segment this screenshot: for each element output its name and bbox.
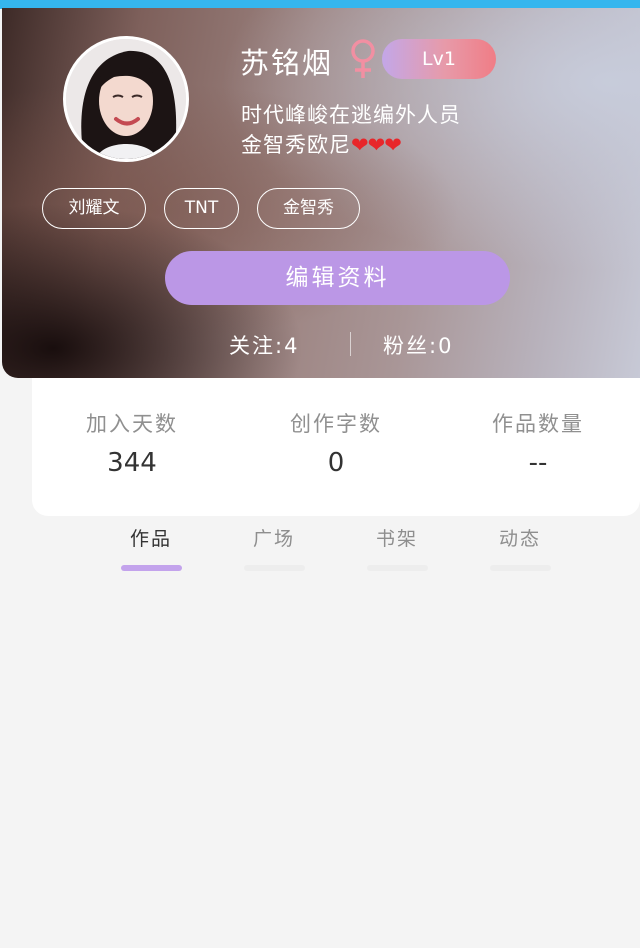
stats-card: 加入天数 344 创作字数 0 作品数量 -- — [32, 378, 640, 516]
tag-chip[interactable]: TNT — [164, 188, 239, 229]
stat-word-count: 创作字数 0 — [246, 408, 426, 478]
heart-icons: ❤❤❤ — [351, 133, 402, 157]
tag-chip[interactable]: 刘耀文 — [42, 188, 146, 229]
tab-indicator — [490, 565, 551, 571]
follow-stats: 关注:4 粉丝:0 — [2, 326, 640, 362]
stat-label: 创作字数 — [290, 412, 382, 436]
tab-plaza[interactable]: 广场 — [234, 524, 314, 551]
stat-works-count: 作品数量 -- — [448, 408, 628, 478]
bio-line-1: 时代峰峻在逃编外人员 — [241, 103, 461, 127]
profile-header: 苏铭烟 Lv1 时代峰峻在逃编外人员 金智秀欧尼❤❤❤ 刘耀文 TNT 金智秀 … — [2, 8, 640, 378]
avatar-image — [66, 39, 186, 159]
tab-works[interactable]: 作品 — [111, 524, 191, 551]
stat-value: 344 — [107, 448, 157, 478]
edit-profile-button[interactable]: 编辑资料 — [165, 251, 510, 305]
stat-value: 0 — [327, 448, 345, 478]
fans-count[interactable]: 粉丝:0 — [383, 330, 453, 360]
avatar[interactable] — [63, 36, 189, 162]
bio-line-2: 金智秀欧尼❤❤❤ — [241, 130, 461, 160]
stat-value: -- — [528, 448, 548, 478]
tab-bookshelf[interactable]: 书架 — [357, 524, 437, 551]
tab-indicator-active — [121, 565, 182, 571]
divider — [350, 332, 351, 356]
stat-label: 作品数量 — [492, 412, 584, 436]
following-count[interactable]: 关注:4 — [229, 330, 299, 360]
female-symbol-icon — [351, 39, 375, 78]
tag-chip[interactable]: 金智秀 — [257, 188, 360, 229]
tab-indicator — [244, 565, 305, 571]
level-badge: Lv1 — [382, 39, 496, 79]
bio-line-2-text: 金智秀欧尼 — [241, 133, 351, 157]
tab-activity[interactable]: 动态 — [480, 524, 560, 551]
tab-indicator — [367, 565, 428, 571]
stat-join-days: 加入天数 344 — [42, 408, 222, 478]
profile-bio: 时代峰峻在逃编外人员 金智秀欧尼❤❤❤ — [241, 100, 461, 160]
profile-name: 苏铭烟 — [240, 46, 334, 80]
stat-label: 加入天数 — [86, 412, 178, 436]
